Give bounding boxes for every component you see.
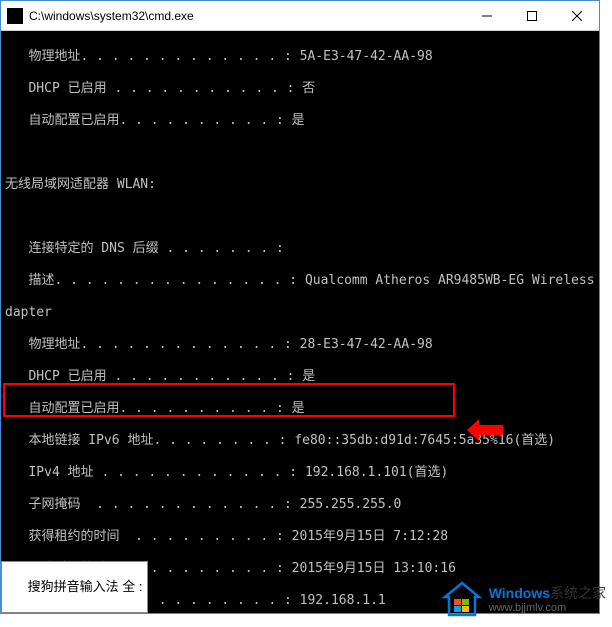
output-line: 物理地址. . . . . . . . . . . . . : 28-E3-47… [5,337,595,353]
output-line: 自动配置已启用. . . . . . . . . . : 是 [5,401,595,417]
output-line [5,145,595,161]
output-line: DHCP 已启用 . . . . . . . . . . . : 否 [5,81,595,97]
maximize-button[interactable] [509,1,554,30]
output-line: 子网掩码 . . . . . . . . . . . . : 255.255.2… [5,497,595,513]
titlebar[interactable]: C:\windows\system32\cmd.exe [1,1,599,31]
terminal-output[interactable]: 物理地址. . . . . . . . . . . . . : 5A-E3-47… [1,31,599,613]
output-line: dapter [5,305,595,321]
ime-status-bar[interactable]: 搜狗拼音输入法 全 : [1,561,148,613]
minimize-button[interactable] [464,1,509,30]
output-line: 本地链接 IPv6 地址. . . . . . . . : fe80::35db… [5,433,595,449]
output-line: 描述. . . . . . . . . . . . . . . : Qualco… [5,273,595,289]
ime-text: 搜狗拼音输入法 全 : [28,579,143,594]
cmd-icon [7,8,23,24]
watermark-text: Windows系统之家 www.bjjmlv.com [489,586,606,613]
watermark: Windows系统之家 www.bjjmlv.com [441,579,606,621]
output-line: DHCP 已启用 . . . . . . . . . . . : 是 [5,369,595,385]
cmd-window: C:\windows\system32\cmd.exe 物理地址. . . . … [0,0,600,614]
output-line: 自动配置已启用. . . . . . . . . . : 是 [5,113,595,129]
close-button[interactable] [554,1,599,30]
wlan-header: 无线局域网适配器 WLAN: [5,177,595,193]
window-title: C:\windows\system32\cmd.exe [29,9,464,23]
output-line [5,209,595,225]
window-controls [464,1,599,30]
output-line: IPv4 地址 . . . . . . . . . . . . : 192.16… [5,465,595,481]
output-line: 连接特定的 DNS 后缀 . . . . . . . : [5,241,595,257]
arrow-annotation [467,387,514,473]
output-line: 获得租约的时间 . . . . . . . . . : 2015年9月15日 7… [5,529,595,545]
output-line: 物理地址. . . . . . . . . . . . . : 5A-E3-47… [5,49,595,65]
house-icon [441,579,483,621]
